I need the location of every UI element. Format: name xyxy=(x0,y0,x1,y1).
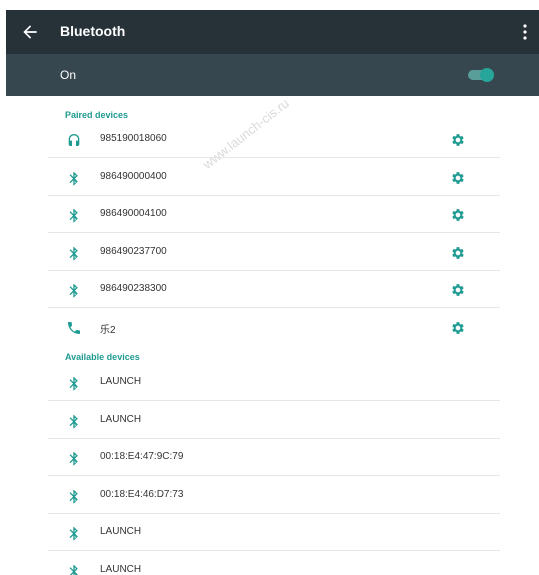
device-name: 986490238300 xyxy=(100,283,167,294)
bluetooth-icon xyxy=(69,489,78,503)
bluetooth-icon xyxy=(69,171,78,185)
phone-icon xyxy=(68,321,80,334)
device-row[interactable]: LAUNCH xyxy=(48,364,500,401)
bluetooth-icon xyxy=(69,284,78,298)
device-name: LAUNCH xyxy=(100,376,142,387)
bluetooth-icon xyxy=(69,527,78,541)
gear-icon[interactable] xyxy=(450,282,466,298)
gear-icon[interactable] xyxy=(450,170,466,186)
bluetooth-icon xyxy=(69,246,78,260)
overflow-menu-icon[interactable] xyxy=(521,22,529,42)
device-row[interactable]: 986490237700 xyxy=(48,234,500,271)
device-row[interactable]: 00:18:E4:47:9C:79 xyxy=(48,439,500,476)
device-row[interactable]: 00:18:E4:46:D7:73 xyxy=(48,477,500,514)
bluetooth-icon xyxy=(69,414,78,428)
device-name: LAUNCH xyxy=(100,526,142,537)
device-name: 985190018060 xyxy=(100,133,167,144)
app-bar: Bluetooth xyxy=(6,10,539,54)
device-name: 00:18:E4:46:D7:73 xyxy=(100,488,184,500)
device-row[interactable]: 乐2 xyxy=(48,309,500,346)
gear-icon[interactable] xyxy=(450,320,466,336)
device-row[interactable]: 986490004100 xyxy=(48,196,500,233)
device-name: LAUNCH xyxy=(100,413,142,425)
device-name: 00:18:E4:47:9C:79 xyxy=(100,451,184,462)
bluetooth-switch[interactable] xyxy=(466,66,496,84)
device-name: 986490004100 xyxy=(100,208,167,219)
bluetooth-icon xyxy=(69,452,78,466)
device-row[interactable]: 986490000400 xyxy=(48,159,500,196)
device-name: LAUNCH xyxy=(100,563,142,575)
gear-icon[interactable] xyxy=(450,207,466,223)
device-row[interactable]: LAUNCH xyxy=(48,552,500,575)
paired-devices-header: Paired devices xyxy=(65,110,129,120)
toggle-label: On xyxy=(60,68,77,82)
page-title: Bluetooth xyxy=(60,23,126,39)
bluetooth-icon xyxy=(69,377,78,391)
bluetooth-toggle-bar: On xyxy=(6,54,539,96)
bluetooth-icon xyxy=(69,209,78,223)
gear-icon[interactable] xyxy=(450,132,466,148)
gear-icon[interactable] xyxy=(450,245,466,261)
device-row[interactable]: 985190018060 xyxy=(48,121,500,158)
device-name: 986490237700 xyxy=(100,245,167,257)
device-row[interactable]: LAUNCH xyxy=(48,514,500,551)
device-name: 乐2 xyxy=(100,324,116,336)
device-row[interactable]: LAUNCH xyxy=(48,402,500,439)
device-name: 986490000400 xyxy=(100,170,167,182)
bluetooth-icon xyxy=(69,564,78,575)
available-devices-header: Available devices xyxy=(65,352,140,362)
headphones-icon xyxy=(68,134,80,146)
arrow-back-icon[interactable] xyxy=(20,22,40,42)
switch-thumb xyxy=(480,68,494,82)
device-row[interactable]: 986490238300 xyxy=(48,271,500,308)
